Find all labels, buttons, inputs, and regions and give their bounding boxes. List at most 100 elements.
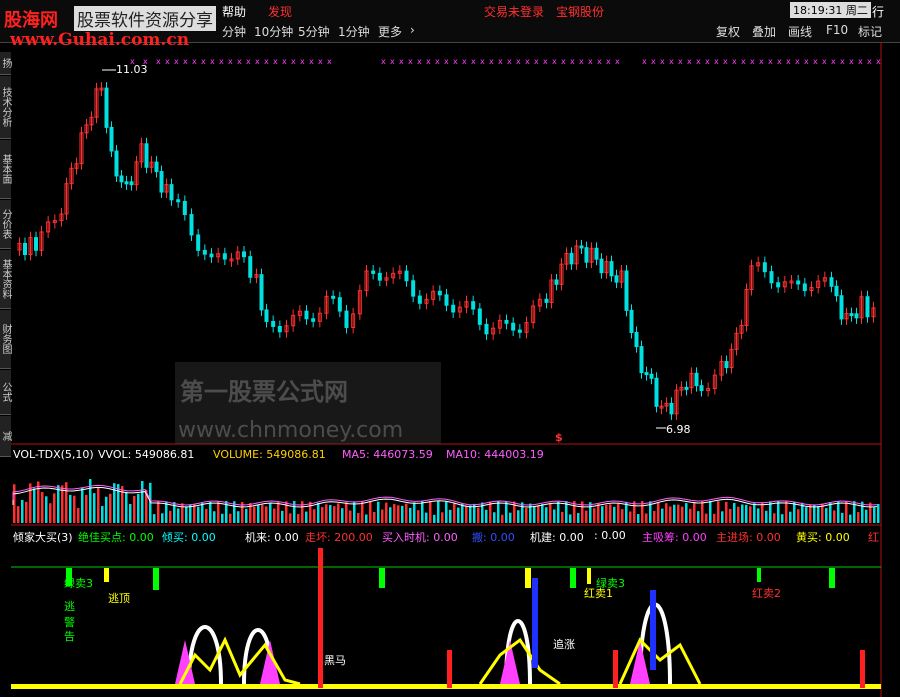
candle-body [104,87,109,128]
indicator-item: 主吸筹: 0.00 [642,531,707,544]
top-signal-marker: x [417,57,422,66]
volume-bar [609,504,612,523]
candle-body [614,275,619,283]
candle-body [699,385,704,392]
top-signal-marker: x [642,57,647,66]
volume-bar [393,504,396,523]
volume-bar [385,502,388,523]
low-price-label: 6.98 [666,423,691,436]
volume-bar [713,513,716,523]
volume-bar [545,507,548,523]
volume-bar [97,487,100,523]
volume-bar [217,501,220,523]
indicator-item: 绝佳买点: 0.00 [78,531,154,544]
top-signal-marker: x [714,57,719,66]
candle-body [242,251,246,258]
volume-bar [373,511,376,523]
volume-bar [205,508,208,523]
indicator-annotation: 红卖2 [752,587,781,600]
volume-bar [341,508,344,523]
candle-body [694,372,699,387]
volume-bar [669,506,672,523]
volume-bar [269,503,272,523]
volume-bar [521,502,524,523]
candle-body [196,234,201,251]
volume-bar [261,504,264,523]
candle-body [865,296,870,318]
candle-body [176,199,181,203]
top-signal-marker: x [588,57,593,66]
volume-bar [673,504,676,523]
volume-bar [661,508,664,523]
top-signal-marker: x [156,57,161,66]
volume-bar [841,512,844,523]
volume-bar [377,501,380,523]
volume-bar [681,506,684,523]
volume-indicator-name[interactable]: VOL-TDX(5,10) [13,448,94,461]
candle-body [471,301,476,310]
volume-bar [81,487,84,523]
volume-bar [745,504,748,523]
volume-bar [873,507,876,523]
candle-body [109,126,114,152]
volume-bar [637,514,640,523]
volume-bar [817,506,820,523]
red-signal-bar [613,650,618,688]
candle-body [411,280,416,297]
volume-bar [549,502,552,523]
volume-bar [401,505,404,523]
candle-body [159,171,164,193]
red-signal-bar [447,650,452,688]
candle-body [849,313,854,317]
candle-body [311,318,316,322]
top-signal-marker: x [291,57,296,66]
top-signal-marker: x [507,57,512,66]
candle-body [776,282,781,288]
indicator-item: 机来: 0.00 [245,531,299,544]
candle-body [144,143,149,168]
watermark-line1: 第一股票公式网 [180,378,348,406]
volume-bar [29,483,32,523]
volume-bar [613,506,616,523]
candle-body [624,270,629,311]
volume-bar [85,494,88,523]
top-signal-marker: x [516,57,521,66]
top-signal-marker: x [669,57,674,66]
volume-bar [229,513,232,523]
indicator-title[interactable]: 倾家大买(3) [13,529,73,545]
top-signal-marker: x [183,57,188,66]
volume-bar [569,514,572,523]
volume-bar [61,485,64,523]
volume-bar [457,507,460,523]
blue-signal-bar [532,578,538,668]
candle-body [34,237,38,251]
indicator-item: 黄买: 0.00 [796,531,850,544]
top-signal-marker: x [858,57,863,66]
volume-bar [333,506,336,523]
candle-body [579,245,584,249]
volume-bar [561,511,564,523]
volume-bar [221,513,224,523]
volume-bar [77,507,80,523]
top-signal-marker: x [165,57,170,66]
volume-bar [765,510,768,523]
volume-bar [73,495,76,523]
volume-bar [413,502,416,523]
volume-bar [317,502,320,523]
top-signal-marker: x [246,57,251,66]
top-signal-marker: x [201,57,206,66]
top-signal-marker: x [777,57,782,66]
volume-bar [465,505,468,523]
candle-body [684,386,689,390]
top-signal-marker: x [390,57,395,66]
volume-bar [349,510,352,523]
dollar-mark: $ [555,431,563,444]
top-signal-marker: x [561,57,566,66]
volume-bar [101,505,104,523]
volume-bar [189,504,192,523]
top-signal-marker: x [741,57,746,66]
green-sell-bar [379,568,385,588]
volume-bar [425,512,428,523]
volume-bar [501,514,504,523]
candle-body [639,346,644,374]
